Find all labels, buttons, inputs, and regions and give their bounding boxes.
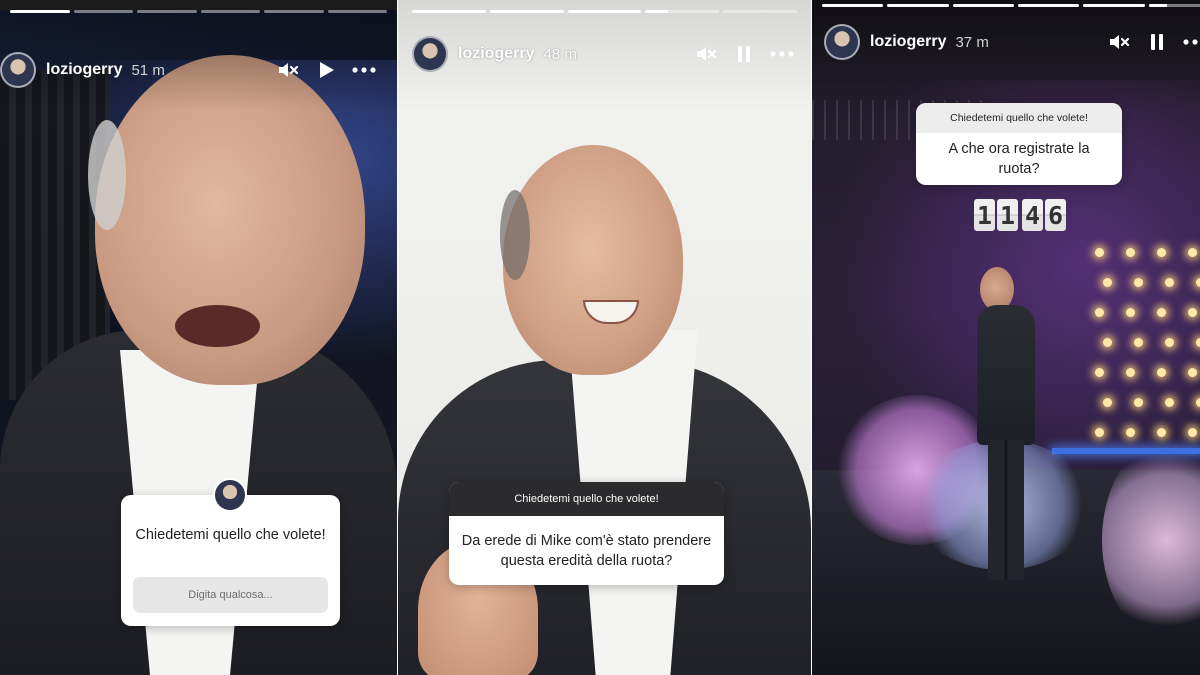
stage-light <box>1157 248 1166 257</box>
stage-light <box>1165 398 1174 407</box>
more-icon[interactable] <box>349 55 379 85</box>
stage-light <box>1126 368 1135 377</box>
story-panel-3[interactable]: loziogerry 37 m Chiedetemi quello che vo… <box>812 0 1200 675</box>
question-title: Chiedetemi quello che volete! <box>135 527 326 543</box>
stage-light <box>1103 398 1112 407</box>
progress-segment <box>1083 4 1145 7</box>
muted-speaker-icon[interactable] <box>691 39 721 69</box>
man-mouth <box>175 305 260 347</box>
post-time: 51 m <box>131 61 165 79</box>
story-panel-1[interactable]: loziogerry 51 m Chiedetemi quello che vo… <box>0 0 397 675</box>
progress-segment <box>723 10 797 13</box>
question-sticker[interactable]: Chiedetemi quello che volete! A che ora … <box>916 103 1122 185</box>
post-time: 37 m <box>955 33 989 51</box>
stage-light <box>1196 398 1200 407</box>
pause-icon[interactable] <box>1142 27 1172 57</box>
stage-light <box>1196 278 1200 287</box>
man-hair-side <box>500 190 530 280</box>
progress-segment <box>952 4 1014 7</box>
muted-speaker-icon[interactable] <box>1104 27 1134 57</box>
progress-segment <box>200 10 260 13</box>
post-time: 48 m <box>543 45 577 63</box>
clock-digit: 6 <box>1045 199 1066 231</box>
answer-input[interactable]: Digita qualcosa... <box>133 577 328 613</box>
stage-light <box>1196 338 1200 347</box>
progress-segment <box>412 10 486 13</box>
stage-light <box>1103 278 1112 287</box>
top-bar <box>0 0 397 10</box>
story-header: loziogerry 51 m <box>0 50 385 90</box>
progress-segment <box>137 10 197 13</box>
progress-segment <box>10 10 70 13</box>
stage-light <box>1134 278 1143 287</box>
stage-light <box>1165 338 1174 347</box>
stage-light <box>1157 428 1166 437</box>
stage-light <box>1095 308 1104 317</box>
story-progress-bar <box>10 10 387 13</box>
clock-digit: 4 <box>1022 199 1043 231</box>
stage-light <box>1126 248 1135 257</box>
stage-light <box>1188 248 1197 257</box>
progress-segment <box>1017 4 1080 7</box>
question-title: Chiedetemi quello che volete! <box>449 482 724 516</box>
progress-segment <box>489 10 564 13</box>
story-progress-bar <box>412 10 797 13</box>
user-avatar[interactable] <box>824 24 860 60</box>
stage-light <box>1188 368 1197 377</box>
more-icon[interactable] <box>767 39 797 69</box>
user-avatar[interactable] <box>412 36 448 72</box>
progress-segment <box>1148 4 1200 7</box>
user-avatar[interactable] <box>0 52 36 88</box>
man-hair-left <box>88 120 126 230</box>
question-answer: Da erede di Mike com'è stato prendere qu… <box>461 532 712 569</box>
stage-light <box>1103 338 1112 347</box>
man-legs <box>988 440 1024 580</box>
progress-segment <box>73 10 133 13</box>
question-sticker[interactable]: Chiedetemi quello che volete! Da erede d… <box>449 482 724 585</box>
progress-segment <box>264 10 324 13</box>
question-title: Chiedetemi quello che volete! <box>916 103 1122 133</box>
stage-light <box>1126 428 1135 437</box>
progress-segment <box>567 10 642 13</box>
username[interactable]: loziogerry <box>46 61 122 79</box>
story-progress-bar <box>822 4 1200 7</box>
stage-light <box>1095 428 1104 437</box>
stage-light <box>1188 308 1197 317</box>
man-suit <box>977 305 1035 445</box>
man-face <box>503 145 683 375</box>
stage-light <box>1134 338 1143 347</box>
username[interactable]: loziogerry <box>458 45 534 63</box>
more-icon[interactable] <box>1180 27 1200 57</box>
play-icon[interactable] <box>311 55 341 85</box>
username[interactable]: loziogerry <box>870 33 946 51</box>
stage-light <box>1188 428 1197 437</box>
clock-digit: 1 <box>997 199 1018 231</box>
question-answer: A che ora registrate la ruota? <box>948 141 1090 177</box>
stage-light <box>1095 368 1104 377</box>
pause-icon[interactable] <box>729 39 759 69</box>
muted-speaker-icon[interactable] <box>273 55 303 85</box>
progress-segment <box>822 4 884 7</box>
story-panel-2[interactable]: loziogerry 48 m Chiedetemi quello che vo… <box>398 0 811 675</box>
question-sticker[interactable]: Chiedetemi quello che volete! Digita qua… <box>121 495 340 626</box>
story-header: loziogerry 48 m <box>412 34 797 74</box>
progress-segment <box>327 10 387 13</box>
story-header: loziogerry 37 m <box>824 22 1200 62</box>
sticker-avatar <box>213 478 247 512</box>
progress-segment <box>887 4 949 7</box>
stage-light <box>1157 308 1166 317</box>
progress-segment <box>645 10 720 13</box>
stage-light <box>1134 398 1143 407</box>
stage-light <box>1157 368 1166 377</box>
stage-light <box>1095 248 1104 257</box>
clock-digit: 1 <box>974 199 995 231</box>
stage-light <box>1165 278 1174 287</box>
stage-light <box>1126 308 1135 317</box>
